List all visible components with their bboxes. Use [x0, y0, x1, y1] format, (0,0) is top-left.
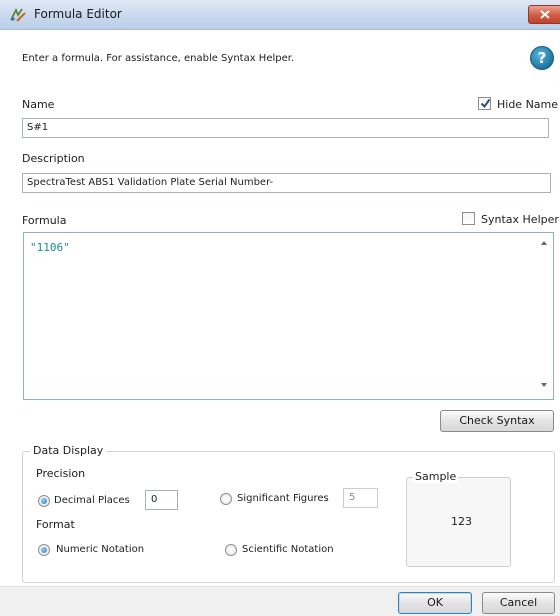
name-label: Name — [22, 98, 55, 111]
formula-text: "1106" — [30, 241, 70, 254]
sample-label: Sample — [413, 470, 459, 483]
significant-figures-label: Significant Figures — [237, 493, 329, 504]
dialog-footer — [0, 586, 560, 616]
decimal-places-label: Decimal Places — [54, 495, 130, 506]
decimal-places-input[interactable]: 0 — [145, 490, 178, 510]
scroll-up-arrow-icon[interactable] — [541, 241, 547, 245]
precision-label: Precision — [36, 467, 86, 480]
format-label: Format — [36, 518, 75, 531]
description-label: Description — [22, 152, 85, 165]
window-title: Formula Editor — [34, 7, 122, 21]
instructions-text: Enter a formula. For assistance, enable … — [22, 53, 295, 64]
close-button[interactable] — [528, 5, 560, 24]
numeric-notation-label: Numeric Notation — [56, 544, 145, 555]
description-input[interactable]: SpectraTest ABS1 Validation Plate Serial… — [22, 173, 551, 193]
scientific-notation-label: Scientific Notation — [242, 544, 334, 555]
numeric-notation-radio[interactable] — [38, 544, 50, 556]
cancel-button[interactable]: Cancel — [482, 592, 555, 614]
formula-editor-app-icon — [9, 7, 27, 23]
check-syntax-button[interactable]: Check Syntax — [440, 410, 554, 432]
data-display-title: Data Display — [30, 444, 107, 457]
formula-label: Formula — [22, 214, 67, 227]
name-input[interactable]: S#1 — [22, 118, 549, 138]
hide-name-checkbox[interactable] — [478, 97, 491, 110]
ok-button[interactable]: OK — [398, 592, 472, 614]
formula-textarea[interactable]: "1106" — [23, 232, 554, 400]
scientific-notation-radio[interactable] — [225, 544, 237, 556]
close-icon — [540, 10, 550, 19]
significant-figures-input[interactable]: 5 — [343, 488, 378, 508]
significant-figures-radio[interactable] — [220, 493, 232, 505]
hide-name-label: Hide Name — [497, 98, 559, 111]
checkmark-icon — [480, 98, 491, 109]
syntax-helper-label: Syntax Helper — [481, 213, 559, 226]
title-bar: Formula Editor — [0, 0, 560, 30]
syntax-helper-checkbox[interactable] — [462, 212, 475, 225]
scroll-down-arrow-icon[interactable] — [541, 383, 547, 387]
sample-value: 123 — [451, 515, 472, 528]
decimal-places-radio[interactable] — [38, 495, 50, 507]
help-icon[interactable]: ? — [530, 46, 554, 70]
